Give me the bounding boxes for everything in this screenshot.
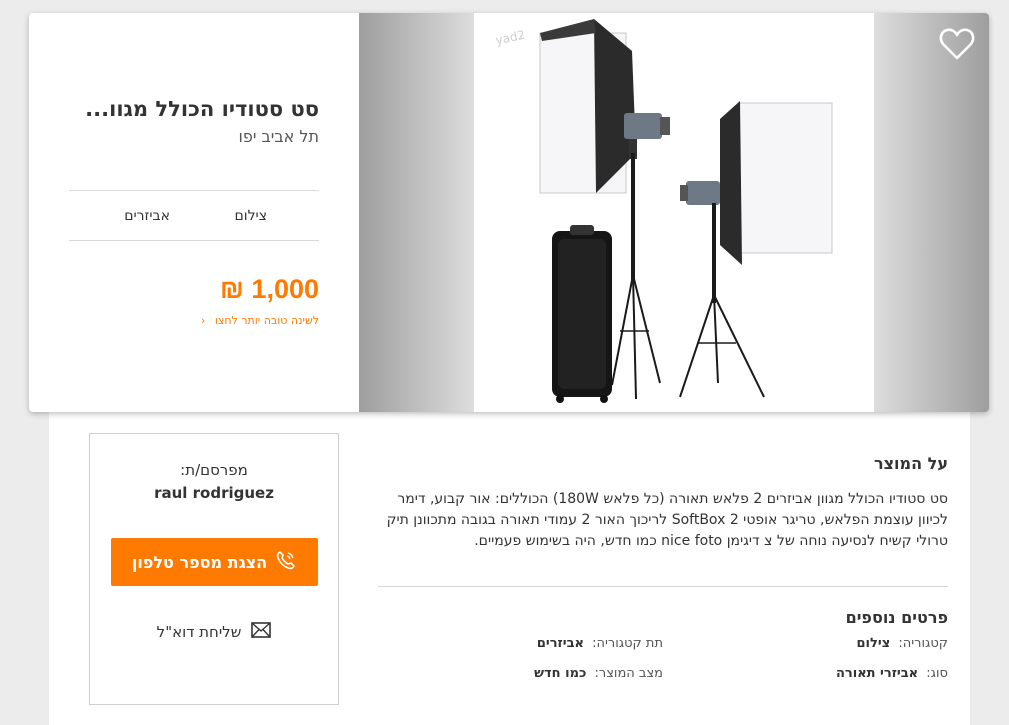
detail-value: צילום: [856, 636, 891, 651]
send-email-button[interactable]: שליחת דוא"ל: [90, 622, 338, 642]
send-email-label: שליחת דוא"ל: [156, 623, 242, 641]
detail-value: אביזרי תאורה: [835, 666, 919, 681]
price-hint-link[interactable]: לשינה טובה יותר לחצו ‹: [201, 314, 319, 327]
chevron-left-icon: ‹: [200, 314, 206, 327]
detail-key: קטגוריה:: [898, 636, 948, 651]
show-phone-label: הצגת מספר טלפון: [131, 552, 268, 572]
detail-value: כמו חדש: [534, 666, 587, 681]
listing-title: סט סטודיו הכולל מגוו...: [85, 97, 319, 121]
watermark-text: yad2: [494, 28, 526, 48]
studio-lights-image: yad2: [494, 19, 833, 403]
divider: [378, 586, 948, 587]
detail-item: קטגוריה: צילום: [856, 636, 948, 651]
detail-item: תת קטגוריה: אביזרים: [537, 636, 663, 651]
subcategory-label: אביזרים: [124, 208, 170, 224]
detail-key: סוג:: [926, 666, 948, 681]
category-label: צילום: [234, 208, 268, 224]
detail-key: תת קטגוריה:: [592, 636, 663, 651]
phone-icon: [275, 549, 297, 575]
seller-name: raul rodriguez: [154, 484, 274, 502]
show-phone-button[interactable]: הצגת מספר טלפון: [111, 538, 318, 586]
detail-key: מצב המוצר:: [594, 666, 664, 681]
listing-summary: סט סטודיו הכולל מגוו... תל אביב יפו צילו…: [29, 13, 359, 412]
product-description: סט סטודיו הכולל מגוון אביזרים 2 פלאש תאו…: [386, 491, 948, 549]
price-hint-text: לשינה טובה יותר לחצו: [214, 314, 319, 327]
divider: [69, 190, 319, 191]
divider: [69, 240, 319, 241]
details-heading: פרטים נוספים: [845, 608, 948, 627]
listing-price: 1,000 ₪: [220, 274, 319, 304]
image-gallery[interactable]: yad2: [359, 13, 989, 412]
seller-box: מפרסם/ת: raul rodriguez הצגת מספר טלפון …: [89, 433, 339, 705]
envelope-icon: [251, 622, 272, 642]
favorite-heart-icon[interactable]: [939, 27, 975, 61]
detail-item: סוג: אביזרי תאורה: [836, 666, 948, 681]
detail-item: מצב המוצר: כמו חדש: [534, 666, 663, 681]
detail-value: אביזרים: [536, 636, 584, 651]
listing-card: yad2 סט סטודיו הכולל מגוו... תל אביב יפו…: [29, 13, 989, 412]
listing-location: תל אביב יפו: [238, 127, 319, 146]
product-photo[interactable]: yad2: [474, 13, 874, 412]
seller-label: מפרסם/ת:: [180, 461, 248, 479]
about-heading: על המוצר: [873, 454, 948, 473]
